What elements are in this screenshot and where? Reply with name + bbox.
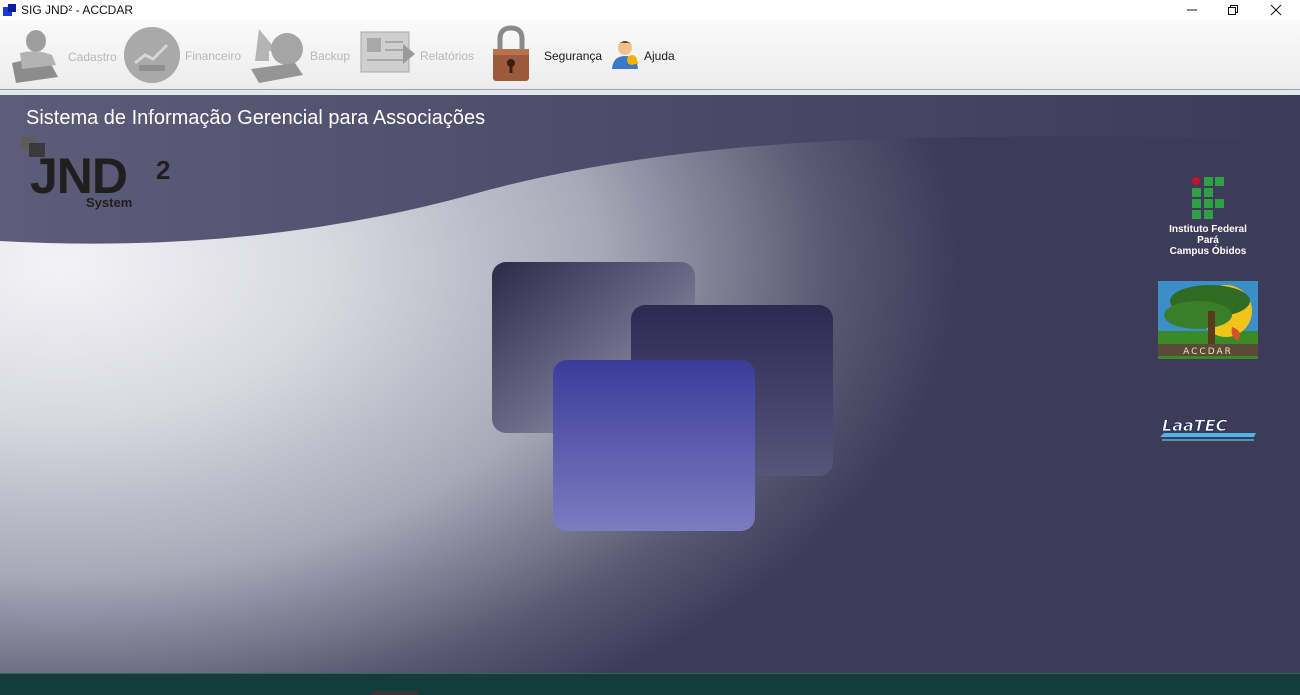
if-line-3: Campus Óbidos: [1169, 246, 1247, 257]
title-bar: SIG JND² - ACCDAR: [0, 0, 1300, 20]
toolbar-label-backup: Backup: [310, 49, 351, 63]
if-line-2: Pará: [1197, 235, 1219, 246]
cadastro-icon: [12, 30, 58, 83]
if-logo-icon: [1192, 177, 1224, 219]
system-title: Sistema de Informação Gerencial para Ass…: [26, 107, 486, 129]
logo-name: JND: [30, 148, 128, 204]
accdar-logo: ACCDAR: [1158, 281, 1258, 359]
toolbar-label-cadastro: Cadastro: [68, 50, 117, 64]
window-title: SIG JND² - ACCDAR: [21, 3, 134, 17]
restore-icon: [1228, 5, 1238, 15]
if-logo-text: Instituto Federal Pará Campus Óbidos: [1148, 224, 1268, 257]
restore-button[interactable]: [1213, 0, 1253, 20]
relatorios-icon: [360, 31, 415, 73]
accdar-label: ACCDAR: [1183, 347, 1233, 357]
backup-icon: [251, 29, 303, 83]
toolbar: Cadastro Financeiro Backup Relatórios Se…: [0, 20, 1300, 90]
close-icon: [1270, 4, 1282, 16]
main-background: Sistema de Informação Gerencial para Ass…: [0, 95, 1300, 673]
status-bar-segment: [372, 691, 418, 695]
lock-icon: [493, 25, 529, 81]
financeiro-icon: [124, 27, 180, 83]
laatec-label: LaaTEC: [1162, 416, 1228, 435]
toolbar-label-seguranca: Segurança: [544, 49, 603, 63]
toolbar-label-financeiro: Financeiro: [185, 49, 242, 63]
user-help-icon: [612, 41, 638, 69]
toolbar-label-ajuda: Ajuda: [644, 49, 675, 63]
close-button[interactable]: [1256, 0, 1296, 20]
tile-front: [553, 360, 755, 531]
if-line-1: Instituto Federal: [1169, 224, 1247, 235]
minimize-icon: [1187, 9, 1197, 11]
minimize-button[interactable]: [1172, 0, 1212, 20]
logo-superscript: 2: [156, 155, 171, 185]
status-bar: [0, 673, 1300, 695]
toolbar-label-relatorios: Relatórios: [420, 49, 475, 63]
app-icon: [3, 4, 16, 16]
background-wave: [0, 95, 1300, 531]
logo-subtitle: System: [86, 195, 133, 210]
laatec-logo: LaaTEC: [1160, 416, 1256, 441]
